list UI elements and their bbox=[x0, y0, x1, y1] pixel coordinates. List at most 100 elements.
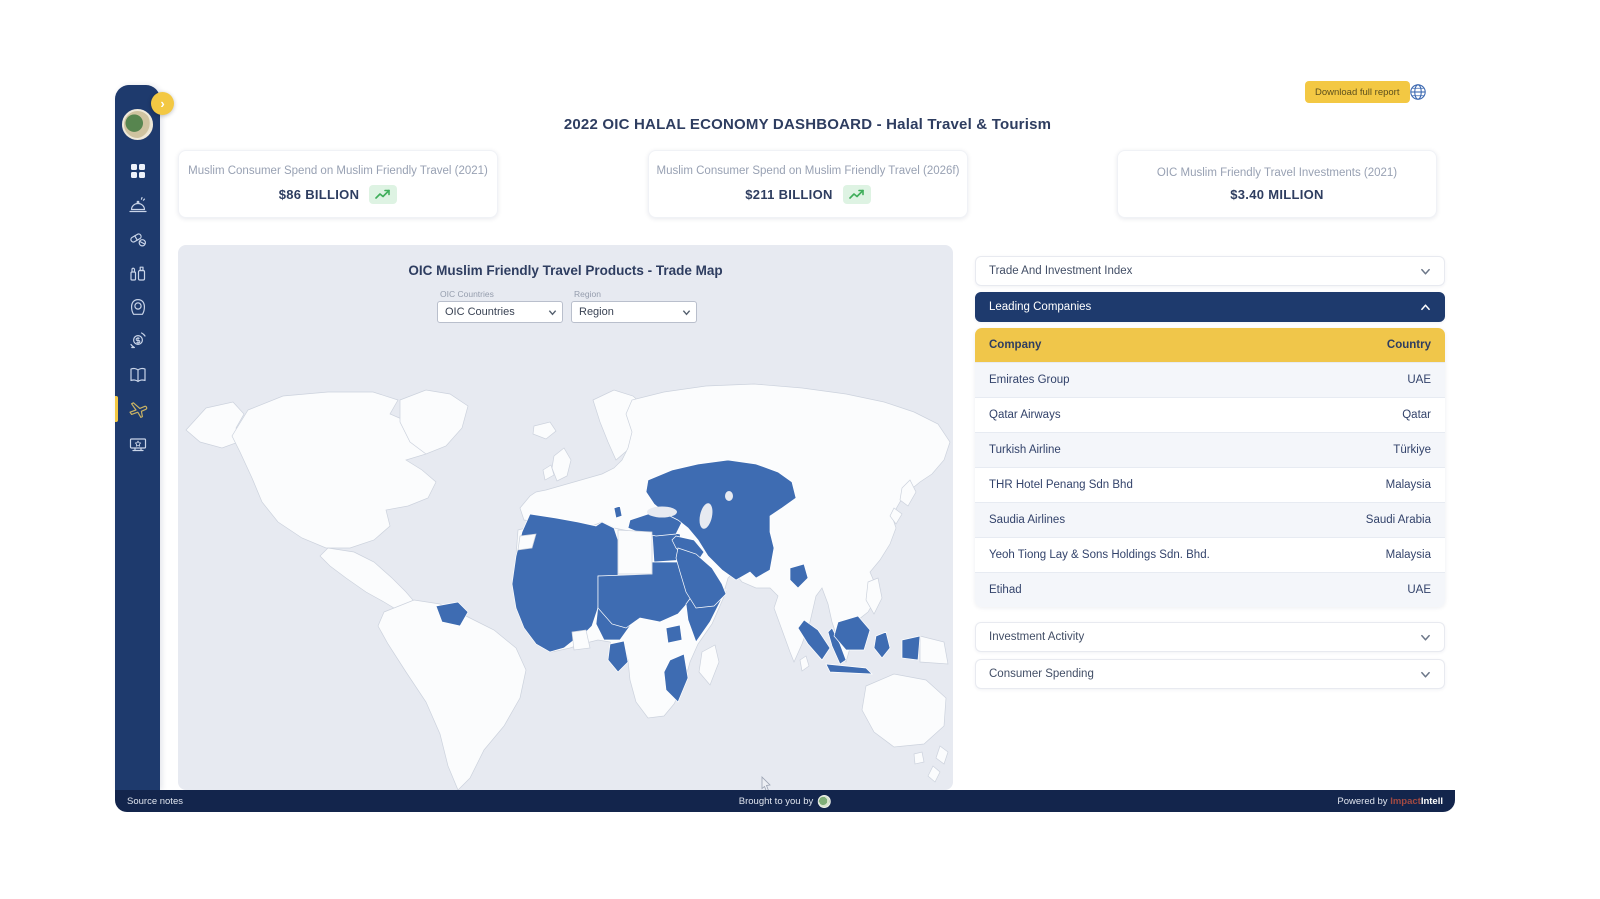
land-australia bbox=[861, 673, 947, 748]
stat-card-investments-2021: OIC Muslim Friendly Travel Investments (… bbox=[1117, 150, 1437, 218]
halal-food-icon bbox=[128, 197, 147, 213]
chevron-up-icon bbox=[1421, 303, 1430, 310]
region-filter: Region Region bbox=[571, 289, 697, 323]
stat-label: OIC Muslim Friendly Travel Investments (… bbox=[1156, 166, 1398, 179]
download-report-button[interactable]: Download full report bbox=[1305, 81, 1410, 103]
land-new-zealand bbox=[935, 745, 949, 765]
stat-label: Muslim Consumer Spend on Muslim Friendly… bbox=[656, 164, 960, 177]
land-iceland bbox=[532, 421, 557, 440]
company-cell: Emirates Group bbox=[989, 374, 1070, 386]
region-select[interactable]: Region bbox=[571, 301, 697, 323]
accordion-investment-activity[interactable]: Investment Activity bbox=[975, 622, 1445, 652]
country-cell: UAE bbox=[1407, 584, 1431, 596]
trend-up-icon bbox=[369, 184, 398, 204]
sidebar-expand-button[interactable]: › bbox=[151, 92, 174, 115]
land-libya-gap bbox=[617, 529, 653, 575]
brought-by-label: Brought to you by bbox=[738, 795, 814, 807]
sidebar bbox=[115, 85, 160, 790]
country-cell: Malaysia bbox=[1385, 479, 1431, 491]
accordion-leading-companies[interactable]: Leading Companies bbox=[975, 292, 1445, 322]
table-row: Qatar Airways Qatar bbox=[975, 397, 1445, 432]
brand-intell: Intell bbox=[1420, 795, 1443, 807]
sidebar-item-islamic-finance[interactable] bbox=[115, 324, 160, 358]
trade-map-panel: OIC Muslim Friendly Travel Products - Tr… bbox=[178, 245, 953, 790]
accordion-label: Investment Activity bbox=[989, 631, 1085, 643]
stat-label: Muslim Consumer Spend on Muslim Friendly… bbox=[188, 164, 488, 177]
filter-label: OIC Countries bbox=[440, 289, 494, 299]
dashboard-page: › 2022 OIC HALAL ECONOMY DASHBOARD - Hal… bbox=[0, 0, 1600, 899]
accordion-label: Consumer Spending bbox=[989, 668, 1094, 680]
chevron-down-icon bbox=[1421, 268, 1430, 275]
sidebar-item-modest-fashion[interactable] bbox=[115, 290, 160, 324]
sidebar-item-pharmaceuticals[interactable] bbox=[115, 222, 160, 256]
table-row: Saudia Airlines Saudi Arabia bbox=[975, 502, 1445, 537]
world-trade-map[interactable] bbox=[178, 330, 953, 790]
filter-label: Region bbox=[574, 289, 601, 299]
dashboard-grid-icon bbox=[130, 164, 145, 178]
land-madagascar bbox=[698, 644, 720, 686]
stat-card-spend-2026f: Muslim Consumer Spend on Muslim Friendly… bbox=[648, 150, 968, 218]
country-cell: Qatar bbox=[1402, 409, 1431, 421]
black-sea bbox=[647, 506, 677, 518]
modest-fashion-icon bbox=[130, 299, 145, 315]
map-title: OIC Muslim Friendly Travel Products - Tr… bbox=[408, 263, 723, 278]
country-cell: Saudi Arabia bbox=[1365, 514, 1431, 526]
powered-by-label: Powered by bbox=[1337, 795, 1388, 807]
country-cell: Türkiye bbox=[1393, 444, 1431, 456]
sidebar-item-media-screen[interactable] bbox=[115, 426, 160, 460]
leading-companies-table: Company Country Emirates Group UAE Qatar… bbox=[975, 328, 1445, 607]
land-png bbox=[919, 635, 949, 665]
footer-bar: Source notes Brought to you by Powered b… bbox=[115, 790, 1455, 812]
sidebar-item-media-book[interactable] bbox=[115, 358, 160, 392]
company-cell: Yeoh Tiong Lay & Sons Holdings Sdn. Bhd. bbox=[989, 549, 1210, 561]
chevron-down-icon bbox=[1421, 671, 1430, 678]
oic-west-papua bbox=[901, 635, 921, 661]
accordion-consumer-spending[interactable]: Consumer Spending bbox=[975, 659, 1445, 689]
accordion-label: Trade And Investment Index bbox=[989, 265, 1133, 277]
table-row: Turkish Airline Türkiye bbox=[975, 432, 1445, 467]
land-uk bbox=[551, 447, 572, 482]
accordion-trade-investment-index[interactable]: Trade And Investment Index bbox=[975, 256, 1445, 286]
cosmetics-icon bbox=[129, 266, 145, 281]
pharmaceuticals-icon bbox=[129, 233, 146, 247]
org-logo bbox=[122, 109, 153, 140]
media-screen-icon bbox=[129, 438, 146, 452]
land-south-america bbox=[377, 599, 527, 790]
media-book-icon bbox=[129, 367, 146, 383]
sidebar-item-travel-tourism[interactable] bbox=[115, 392, 160, 426]
country-cell: Malaysia bbox=[1385, 549, 1431, 561]
accordion-label: Leading Companies bbox=[989, 301, 1092, 313]
stat-value: $86 BILLION bbox=[278, 186, 360, 202]
company-cell: Turkish Airline bbox=[989, 444, 1061, 456]
table-row: Etihad UAE bbox=[975, 572, 1445, 607]
travel-tourism-icon bbox=[128, 402, 147, 418]
oic-java bbox=[825, 663, 873, 675]
stat-value: $211 BILLION bbox=[745, 186, 833, 202]
company-cell: Qatar Airways bbox=[989, 409, 1061, 421]
stat-card-spend-2021: Muslim Consumer Spend on Muslim Friendly… bbox=[178, 150, 498, 218]
land-sri-lanka bbox=[799, 655, 810, 672]
oic-gabon bbox=[607, 640, 629, 673]
sidebar-item-cosmetics[interactable] bbox=[115, 256, 160, 290]
chevron-down-icon bbox=[1421, 634, 1430, 641]
company-column-header: Company bbox=[989, 339, 1042, 351]
language-globe-icon[interactable] bbox=[1409, 83, 1427, 101]
brought-by-logo bbox=[818, 794, 832, 808]
powered-by: Powered by ImpactIntell bbox=[1337, 796, 1443, 807]
country-cell: UAE bbox=[1407, 374, 1431, 386]
brand-impact: Impact bbox=[1390, 795, 1421, 807]
company-cell: Etihad bbox=[989, 584, 1022, 596]
oic-countries-select[interactable]: OIC Countries bbox=[437, 301, 563, 323]
sidebar-item-dashboard[interactable] bbox=[115, 154, 160, 188]
stat-value: $3.40 MILLION bbox=[1230, 186, 1324, 202]
aral-sea bbox=[725, 491, 733, 501]
sidebar-item-halal-food[interactable] bbox=[115, 188, 160, 222]
table-row: THR Hotel Penang Sdn Bhd Malaysia bbox=[975, 467, 1445, 502]
country-column-header: Country bbox=[1386, 339, 1431, 351]
page-title: 2022 OIC HALAL ECONOMY DASHBOARD - Halal… bbox=[563, 116, 1052, 133]
source-notes-link[interactable]: Source notes bbox=[127, 796, 183, 807]
companies-table-body: Emirates Group UAE Qatar Airways Qatar T… bbox=[975, 362, 1445, 607]
oic-countries-filter: OIC Countries OIC Countries bbox=[437, 289, 563, 323]
table-row: Yeoh Tiong Lay & Sons Holdings Sdn. Bhd.… bbox=[975, 537, 1445, 572]
trend-up-icon bbox=[842, 184, 871, 204]
